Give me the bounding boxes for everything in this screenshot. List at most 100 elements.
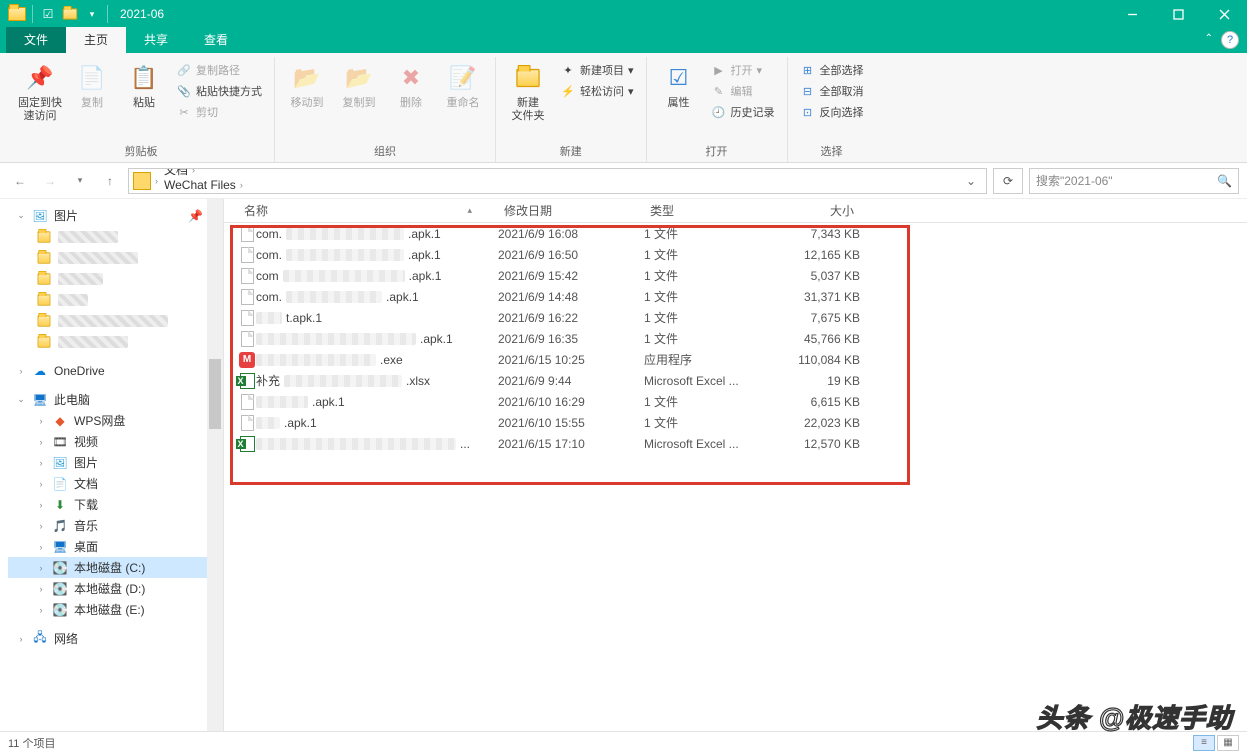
ribbon-collapse-icon[interactable]: ⌃ [1205, 33, 1213, 44]
file-size: 45,766 KB [764, 332, 860, 346]
tree-onedrive[interactable]: OneDrive [54, 364, 105, 378]
copy-button[interactable]: 📄复制 [68, 57, 116, 110]
search-input[interactable]: 搜索"2021-06" 🔍 [1029, 168, 1239, 194]
file-type: 1 文件 [644, 267, 764, 284]
cut-button[interactable]: ✂剪切 [172, 103, 266, 121]
file-type: 应用程序 [644, 351, 764, 368]
file-row[interactable]: M.exe2021/6/15 10:25应用程序110,084 KB [224, 349, 1247, 370]
pasteshortcut-button[interactable]: 📎粘贴快捷方式 [172, 82, 266, 100]
breadcrumb-item[interactable]: 文档› [162, 168, 284, 179]
selectnone-button[interactable]: ⊟全部取消 [796, 82, 868, 100]
close-button[interactable] [1201, 0, 1247, 28]
tree-item[interactable] [8, 226, 223, 247]
tree-downloads[interactable]: ›⬇下载 [8, 494, 223, 515]
copyto-button[interactable]: 📂复制到 [335, 57, 383, 110]
maximize-button[interactable] [1155, 0, 1201, 28]
tab-share[interactable]: 共享 [126, 27, 186, 53]
file-icon [238, 247, 256, 263]
tree-docs[interactable]: ›📄文档 [8, 473, 223, 494]
file-row[interactable]: .apk.12021/6/9 16:351 文件45,766 KB [224, 328, 1247, 349]
tree-pictures[interactable]: 图片 [54, 207, 78, 224]
tree-item[interactable] [8, 268, 223, 289]
sort-asc-icon: ▴ [467, 205, 472, 216]
file-row[interactable]: com..apk.12021/6/9 16:081 文件7,343 KB [224, 223, 1247, 244]
pin-quickaccess-button[interactable]: 📌固定到快 速访问 [16, 57, 64, 123]
file-list[interactable]: 名称 ▴ 修改日期 类型 大小 com..apk.12021/6/9 16:081… [224, 199, 1247, 731]
column-headers[interactable]: 名称 ▴ 修改日期 类型 大小 [224, 199, 1247, 223]
selectinvert-button[interactable]: ⊡反向选择 [796, 103, 868, 121]
tree-item[interactable] [8, 310, 223, 331]
edit-button[interactable]: ✎编辑 [707, 82, 779, 100]
file-row[interactable]: 补充.xlsx2021/6/9 9:44Microsoft Excel ...1… [224, 370, 1247, 391]
group-open-label: 打开 [706, 141, 728, 162]
file-row[interactable]: t.apk.12021/6/9 16:221 文件7,675 KB [224, 307, 1247, 328]
file-icon [238, 415, 256, 431]
tree-wps[interactable]: ›◆WPS网盘 [8, 410, 223, 431]
tree-desktop[interactable]: ›🖥桌面 [8, 536, 223, 557]
newitem-button[interactable]: ✦新建项目 ▾ [556, 61, 638, 79]
nav-tree[interactable]: ⌄🖼图片📌 ›☁OneDrive ⌄🖥此电脑 ›◆WPS网盘 ›🎞视频 ›🖼图片… [0, 199, 224, 731]
file-row[interactable]: ...2021/6/15 17:10Microsoft Excel ...12,… [224, 433, 1247, 454]
selectall-button[interactable]: ⊞全部选择 [796, 61, 868, 79]
tree-scrollbar[interactable] [207, 199, 223, 731]
tab-view[interactable]: 查看 [186, 27, 246, 53]
file-row[interactable]: com..apk.12021/6/9 14:481 文件31,371 KB [224, 286, 1247, 307]
file-row[interactable]: com..apk.12021/6/9 16:501 文件12,165 KB [224, 244, 1247, 265]
file-row[interactable]: .apk.12021/6/10 15:551 文件22,023 KB [224, 412, 1247, 433]
tab-home[interactable]: 主页 [66, 27, 126, 53]
tree-music[interactable]: ›🎵音乐 [8, 515, 223, 536]
tree-video[interactable]: ›🎞视频 [8, 431, 223, 452]
view-icons-button[interactable]: ▦ [1217, 735, 1239, 751]
tree-disk-d[interactable]: ›💽本地磁盘 (D:) [8, 578, 223, 599]
file-icon [238, 331, 256, 347]
newfolder-button[interactable]: 新建 文件夹 [504, 57, 552, 123]
nav-row: ← → ▾ ↑ › 本地磁盘 (C:)›用户›Administrator›文档›… [0, 163, 1247, 199]
col-date[interactable]: 修改日期 [498, 202, 644, 219]
delete-button[interactable]: ✖删除 [387, 57, 435, 110]
qat-properties-icon[interactable]: ☑ [37, 3, 59, 25]
breadcrumb-item[interactable]: WeChat Files› [162, 178, 284, 192]
col-size[interactable]: 大小 [764, 202, 860, 219]
history-button[interactable]: 🕘历史记录 [707, 103, 779, 121]
breadcrumb-item[interactable]: Aarow_loveyanyalun› [162, 192, 284, 194]
file-icon [238, 394, 256, 410]
open-button[interactable]: ▶打开 ▾ [707, 61, 779, 79]
tree-thispc[interactable]: 此电脑 [54, 391, 90, 408]
easyaccess-button[interactable]: ⚡轻松访问 ▾ [556, 82, 638, 100]
file-row[interactable]: .apk.12021/6/10 16:291 文件6,615 KB [224, 391, 1247, 412]
forward-button[interactable]: → [38, 169, 62, 193]
tree-disk-c[interactable]: ›💽本地磁盘 (C:) [8, 557, 223, 578]
tree-disk-e[interactable]: ›💽本地磁盘 (E:) [8, 599, 223, 620]
file-row[interactable]: com.apk.12021/6/9 15:421 文件5,037 KB [224, 265, 1247, 286]
paste-button[interactable]: 📋粘贴 [120, 57, 168, 110]
moveto-button[interactable]: 📂移动到 [283, 57, 331, 110]
rename-button[interactable]: 📝重命名 [439, 57, 487, 110]
recent-dropdown-icon[interactable]: ▾ [68, 169, 92, 193]
col-type[interactable]: 类型 [644, 202, 764, 219]
view-details-button[interactable]: ≡ [1193, 735, 1215, 751]
file-name: .apk.1 [256, 416, 498, 430]
file-size: 7,675 KB [764, 311, 860, 325]
file-date: 2021/6/10 15:55 [498, 416, 644, 430]
address-bar[interactable]: › 本地磁盘 (C:)›用户›Administrator›文档›WeChat F… [128, 168, 987, 194]
address-dropdown-icon[interactable]: ⌄ [960, 174, 982, 188]
tree-network[interactable]: 网络 [54, 630, 78, 647]
qat-dropdown-icon[interactable]: ▾ [81, 3, 103, 25]
qat-newfolder-icon[interactable] [59, 3, 81, 25]
up-button[interactable]: ↑ [98, 169, 122, 193]
tab-file[interactable]: 文件 [6, 27, 66, 53]
refresh-button[interactable]: ⟳ [993, 168, 1023, 194]
file-date: 2021/6/9 16:50 [498, 248, 644, 262]
file-type: 1 文件 [644, 225, 764, 242]
tree-item[interactable] [8, 331, 223, 352]
tree-item[interactable] [8, 247, 223, 268]
col-name[interactable]: 名称 [244, 202, 268, 219]
file-size: 6,615 KB [764, 395, 860, 409]
copypath-button[interactable]: 🔗复制路径 [172, 61, 266, 79]
properties-button[interactable]: ☑属性 [655, 57, 703, 110]
tree-pictures2[interactable]: ›🖼图片 [8, 452, 223, 473]
tree-item[interactable] [8, 289, 223, 310]
back-button[interactable]: ← [8, 169, 32, 193]
minimize-button[interactable] [1109, 0, 1155, 28]
help-icon[interactable]: ? [1221, 31, 1239, 49]
